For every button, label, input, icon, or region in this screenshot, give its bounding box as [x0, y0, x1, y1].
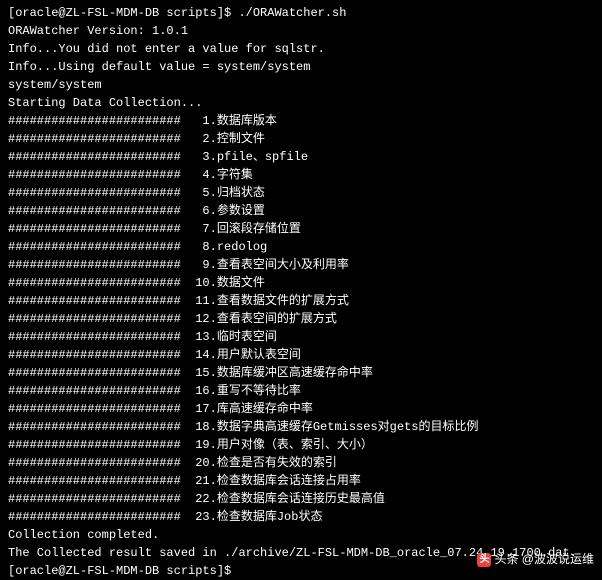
item-row: ######################## 8.redolog: [8, 238, 594, 256]
watermark-text: 头条 @波波说运维: [494, 552, 594, 566]
completed-line: Collection completed.: [8, 526, 594, 544]
watermark: 头头条 @波波说运维: [477, 550, 594, 568]
item-row: ######################## 1.数据库版本: [8, 112, 594, 130]
item-row: ######################## 4.字符集: [8, 166, 594, 184]
info-line-1: Info...You did not enter a value for sql…: [8, 40, 594, 58]
prompt-line-1: [oracle@ZL-FSL-MDM-DB scripts]$ ./ORAWat…: [8, 4, 594, 22]
item-row: ######################## 20.检查是否有失效的索引: [8, 454, 594, 472]
item-row: ######################## 10.数据文件: [8, 274, 594, 292]
watermark-icon: 头: [477, 553, 491, 567]
item-row: ######################## 13.临时表空间: [8, 328, 594, 346]
item-row: ######################## 12.查看表空间的扩展方式: [8, 310, 594, 328]
item-row: ######################## 11.查看数据文件的扩展方式: [8, 292, 594, 310]
version-line: ORAWatcher Version: 1.0.1: [8, 22, 594, 40]
info-line-3: system/system: [8, 76, 594, 94]
starting-line: Starting Data Collection...: [8, 94, 594, 112]
item-row: ######################## 9.查看表空间大小及利用率: [8, 256, 594, 274]
item-row: ######################## 14.用户默认表空间: [8, 346, 594, 364]
item-row: ######################## 19.用户对像（表、索引、大小…: [8, 436, 594, 454]
item-row: ######################## 16.重写不等待比率: [8, 382, 594, 400]
item-row: ######################## 17.库高速缓存命中率: [8, 400, 594, 418]
item-row: ######################## 22.检查数据库会话连接历史最…: [8, 490, 594, 508]
info-line-2: Info...Using default value = system/syst…: [8, 58, 594, 76]
item-row: ######################## 7.回滚段存储位置: [8, 220, 594, 238]
item-row: ######################## 5.归档状态: [8, 184, 594, 202]
item-row: ######################## 18.数据字典高速缓存Getm…: [8, 418, 594, 436]
item-row: ######################## 23.检查数据库Job状态: [8, 508, 594, 526]
item-row: ######################## 2.控制文件: [8, 130, 594, 148]
item-row: ######################## 6.参数设置: [8, 202, 594, 220]
item-row: ######################## 3.pfile、spfile: [8, 148, 594, 166]
items-list: ######################## 1.数据库版本########…: [8, 112, 594, 526]
item-row: ######################## 21.检查数据库会话连接占用率: [8, 472, 594, 490]
item-row: ######################## 15.数据库缓冲区高速缓存命中…: [8, 364, 594, 382]
